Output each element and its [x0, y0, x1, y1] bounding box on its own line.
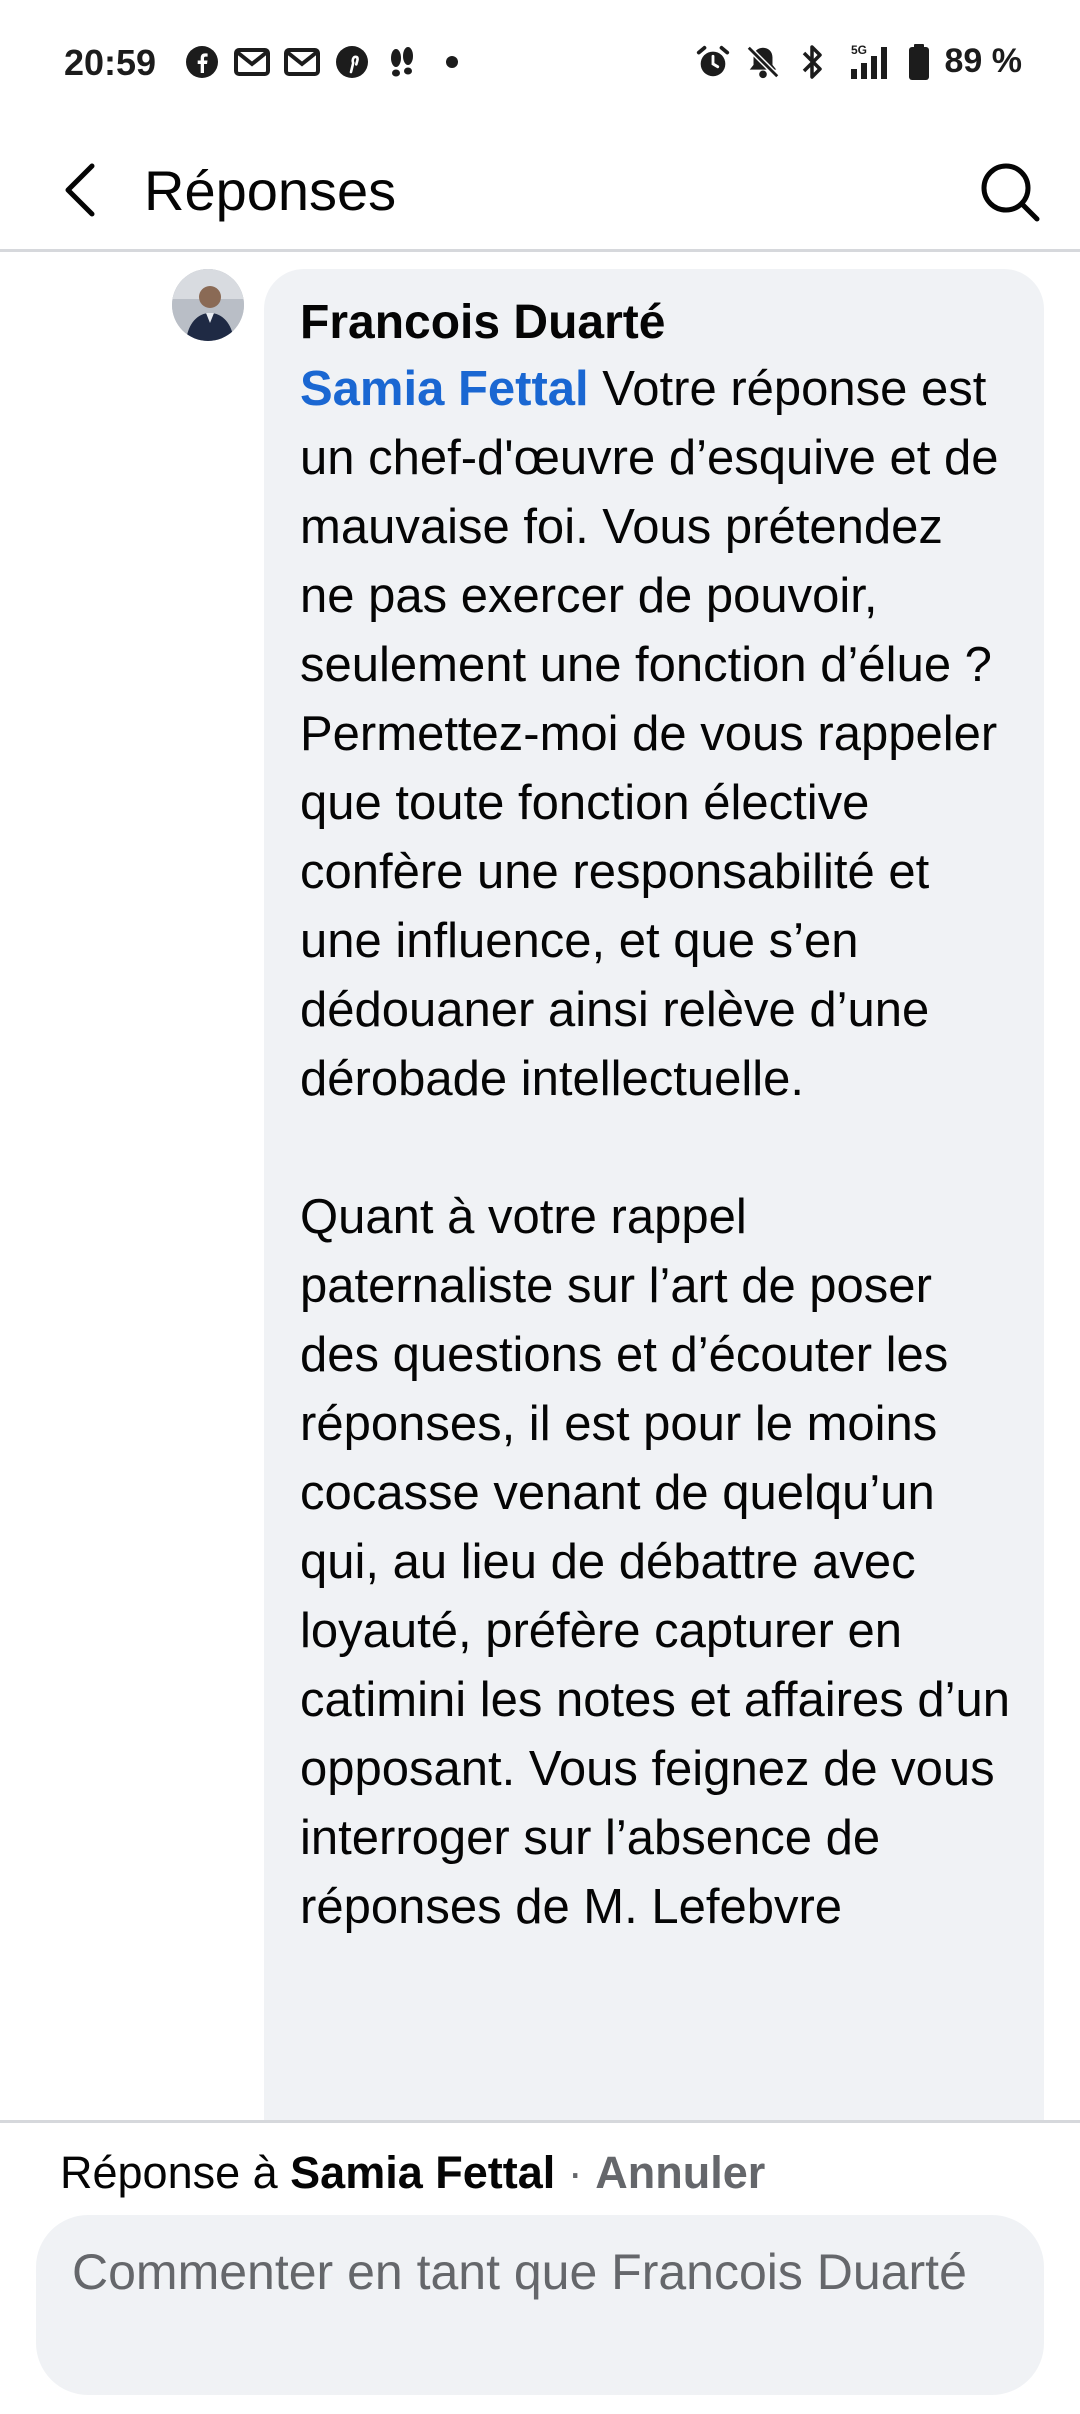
status-time: 20:59	[64, 42, 157, 83]
alarm-icon	[695, 44, 731, 80]
bluetooth-icon	[795, 44, 831, 80]
battery-percentage: 89 %	[944, 42, 1023, 80]
top-app-bar: Réponses	[0, 128, 1080, 252]
notification-icons	[184, 44, 470, 80]
back-button[interactable]	[40, 150, 120, 230]
system-icons: 5G 89 %	[695, 42, 1023, 81]
comment-input[interactable]	[36, 2215, 1044, 2395]
search-icon	[981, 163, 1040, 222]
svg-text:5G: 5G	[851, 43, 867, 57]
dot-icon	[434, 44, 470, 80]
footprints-icon	[384, 44, 420, 80]
replying-to-prefix: Réponse à	[60, 2147, 291, 2198]
gmail-icon	[284, 44, 320, 80]
reply-composer: Réponse à Samia Fettal · Annuler	[0, 2120, 1080, 2414]
separator-dot: ·	[555, 2147, 596, 2198]
pinterest-icon	[334, 44, 370, 80]
battery-icon	[907, 43, 931, 80]
chevron-left-icon	[65, 163, 95, 217]
page-title: Réponses	[144, 159, 397, 222]
facebook-icon	[184, 44, 220, 80]
comment-paragraph-text: Votre réponse est un chef-d'œuvre d’esqu…	[300, 362, 999, 1106]
replying-to-name: Samia Fettal	[290, 2147, 556, 2198]
replying-to-line: Réponse à Samia Fettal · Annuler	[60, 2143, 765, 2203]
mute-icon	[745, 44, 781, 80]
comment-body: Samia Fettal Votre réponse est un chef-d…	[300, 355, 1010, 1942]
gmail-icon	[234, 44, 270, 80]
avatar[interactable]	[172, 269, 244, 341]
comment-paragraph: Quant à votre rappel paternaliste sur l’…	[300, 1190, 1010, 1934]
comment-author[interactable]: Francois Duarté	[300, 291, 1010, 355]
signal-5g-icon: 5G	[845, 43, 893, 80]
search-button[interactable]	[968, 150, 1052, 234]
comment-paragraph: Samia Fettal Votre réponse est un chef-d…	[300, 355, 1010, 1114]
comment-bubble[interactable]: Francois Duarté Samia Fettal Votre répon…	[264, 269, 1044, 2120]
mention-link[interactable]: Samia Fettal	[300, 362, 589, 416]
cancel-reply-button[interactable]: Annuler	[595, 2147, 765, 2198]
replies-list[interactable]: Francois Duarté Samia Fettal Votre répon…	[0, 255, 1080, 2120]
status-bar: 20:59 5G 89 %	[0, 0, 1080, 128]
